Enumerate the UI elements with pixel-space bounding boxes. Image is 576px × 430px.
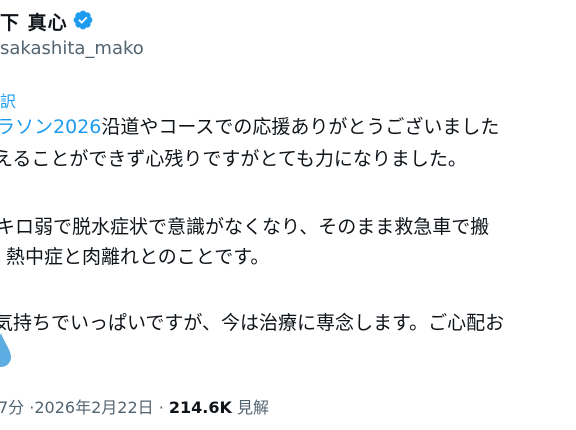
- tweet-meta: 7分 ·2026年2月22日 · 214.6K 見解: [0, 394, 269, 418]
- tweet-line-1: ラソン2026沿道やコースでの応援ありがとうございました: [0, 118, 499, 137]
- tweet-line-5: 気持ちでいっぱいですが、今は治療に専念します。ご心配お: [0, 312, 505, 334]
- tweet-line-1-text: 沿道やコースでの応援ありがとうございました: [101, 116, 500, 138]
- tweet-line-3: キロ弱で脱水症状で意識がなくなり、そのまま救急車で搬: [0, 216, 490, 238]
- tweet-date[interactable]: ·2026年2月22日 ·: [29, 398, 164, 417]
- hashtag-link[interactable]: ラソン2026: [0, 116, 101, 138]
- author-name[interactable]: 下 真心: [0, 8, 68, 35]
- views-label: 見解: [237, 398, 270, 417]
- tweet-time[interactable]: 7分: [0, 398, 24, 417]
- view-count: 214.6K: [168, 398, 232, 417]
- verified-badge-icon: [73, 10, 93, 30]
- droplet-emoji-icon: [0, 333, 11, 367]
- tweet-line-2: えることができず心残りですがとても力になりました。: [0, 148, 467, 170]
- translate-link[interactable]: 訳: [0, 88, 16, 112]
- author-handle[interactable]: sakashita_mako: [0, 38, 144, 59]
- tweet-line-4: 熱中症と肉離れとのことです。: [6, 246, 270, 268]
